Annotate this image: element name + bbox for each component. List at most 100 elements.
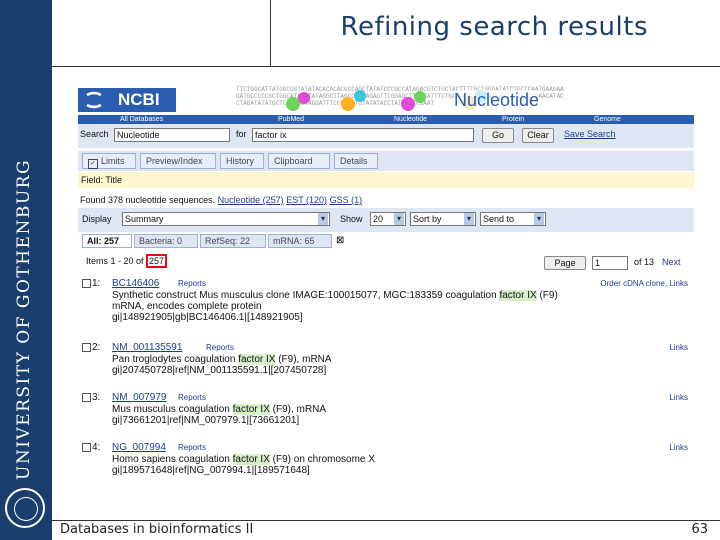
database-nav: All Databases PubMed Nucleotide Protein …: [78, 115, 694, 124]
result-description: Synthetic construct Mus musculus clone I…: [112, 290, 592, 323]
result-gi: gi|207450728|ref|NM_001135591.1|[2074507…: [112, 365, 327, 376]
links-link[interactable]: Links: [669, 392, 688, 403]
description-text: Mus musculus coagulation: [112, 404, 233, 415]
result-checkbox[interactable]: [82, 443, 91, 452]
result-number: 3:: [92, 392, 101, 403]
search-input[interactable]: factor ix: [252, 128, 474, 142]
dna-molecule-icons: [286, 90, 487, 111]
nav-all-databases[interactable]: All Databases: [120, 115, 163, 124]
ncbi-logo-text: NCBI: [118, 90, 160, 109]
clear-button[interactable]: Clear: [522, 128, 554, 143]
ncbi-swirl-icon: [86, 91, 102, 109]
tab-clipboard[interactable]: Clipboard: [268, 153, 330, 169]
nav-genome[interactable]: Genome: [594, 115, 621, 124]
save-search-link[interactable]: Save Search: [564, 129, 616, 139]
items-range-label: Items 1 - 20 of: [86, 256, 144, 266]
search-tabs: ✓ Limits Preview/Index History Clipboard …: [78, 151, 694, 171]
page-input[interactable]: 1: [592, 256, 628, 270]
slide-title: Refining search results: [340, 12, 648, 42]
result-item: 4: NG_007994 Reports Links Homo sapiens …: [82, 442, 688, 482]
items-total-highlight: 257: [146, 254, 168, 268]
field-filter: Field: Title: [78, 172, 694, 188]
result-number: 4:: [92, 442, 101, 453]
show-label: Show: [340, 214, 363, 224]
nav-pubmed[interactable]: PubMed: [278, 115, 304, 124]
show-select[interactable]: 20: [370, 212, 406, 226]
result-item: 3: NM_007979 Reports Links Mus musculus …: [82, 392, 688, 432]
database-title: Nucleotide: [454, 90, 540, 111]
subtab-mrna[interactable]: mRNA: 65: [268, 234, 332, 248]
result-description: Homo sapiens coagulation factor IX (F9) …: [112, 454, 592, 476]
highlighted-term: factor IX: [232, 454, 270, 465]
next-page-link[interactable]: Next: [662, 257, 681, 267]
display-label: Display: [82, 214, 112, 224]
result-gi: gi|148921905|gb|BC146406.1|[148921905]: [112, 312, 303, 323]
description-text: (F9) on chromosome X: [269, 454, 375, 465]
database-select[interactable]: Nucleotide: [114, 128, 230, 142]
description-text: (F9), mRNA: [275, 354, 332, 365]
tab-details[interactable]: Details: [334, 153, 378, 169]
result-number: 1:: [92, 278, 101, 289]
nucleotide-count-link[interactable]: Nucleotide (257): [218, 195, 284, 205]
sort-select[interactable]: Sort by: [410, 212, 476, 226]
description-text: (F9), mRNA: [269, 404, 326, 415]
nav-protein[interactable]: Protein: [502, 115, 524, 124]
send-to-select[interactable]: Send to: [480, 212, 546, 226]
gss-count-link[interactable]: GSS (1): [330, 195, 363, 205]
result-gi: gi|189571648|ref|NG_007994.1|[189571648]: [112, 465, 310, 476]
result-description: Pan troglodytes coagulation factor IX (F…: [112, 354, 592, 376]
page-of: of 13: [634, 257, 655, 267]
description-text: Pan troglodytes coagulation: [112, 354, 239, 365]
description-text: Homo sapiens coagulation: [112, 454, 233, 465]
page-number: 63: [691, 522, 708, 537]
reports-link[interactable]: Reports: [178, 278, 206, 289]
reports-link[interactable]: Reports: [178, 392, 206, 403]
subtab-refseq[interactable]: RefSeq: 22: [200, 234, 266, 248]
result-accession-link[interactable]: NG_007994: [112, 442, 166, 453]
highlighted-term: factor IX: [499, 290, 537, 301]
result-accession-link[interactable]: NM_007979: [112, 392, 166, 403]
header-rule: [52, 66, 720, 67]
university-sidebar: UNIVERSITY OF GOTHENBURG: [0, 0, 52, 540]
tab-history[interactable]: History: [220, 153, 264, 169]
nav-nucleotide[interactable]: Nucleotide: [394, 115, 427, 124]
go-button[interactable]: Go: [482, 128, 514, 143]
search-label: Search: [80, 129, 109, 139]
subtab-all[interactable]: All: 257: [82, 234, 132, 248]
ncbi-banner: NCBI TTCTGGCATTATGGCGGTATATACACACACGCCAG…: [78, 84, 694, 118]
tab-preview-index[interactable]: Preview/Index: [140, 153, 216, 169]
links-link[interactable]: Links: [669, 442, 688, 453]
items-range: Items 1 - 20 of 257: [86, 254, 168, 268]
result-description: Mus musculus coagulation factor IX (F9),…: [112, 404, 592, 426]
result-accession-link[interactable]: NM_001135591: [112, 342, 182, 353]
display-select[interactable]: Summary: [122, 212, 330, 226]
est-count-link[interactable]: EST (120): [286, 195, 327, 205]
links-link[interactable]: Links: [669, 342, 688, 353]
result-checkbox[interactable]: [82, 393, 91, 402]
close-tab-icon[interactable]: ⊠: [336, 235, 344, 246]
result-item: 2: NM_001135591 Reports Links Pan troglo…: [82, 342, 688, 382]
search-bar: Search Nucleotide for factor ix Go Clear…: [78, 124, 694, 148]
result-number: 2:: [92, 342, 101, 353]
result-checkbox[interactable]: [82, 343, 91, 352]
found-count: Found 378 nucleotide sequences.: [80, 195, 216, 205]
display-options: Display Summary Show 20 Sort by Send to: [78, 208, 694, 232]
result-checkbox[interactable]: [82, 279, 91, 288]
result-filter-tabs: All: 257 Bacteria: 0 RefSeq: 22 mRNA: 65…: [78, 234, 348, 248]
links-link[interactable]: Order cDNA clone, Links: [600, 278, 688, 289]
result-accession-link[interactable]: BC146406: [112, 278, 159, 289]
header-divider: [270, 0, 271, 66]
limits-checkbox-icon: ✓: [88, 159, 98, 169]
ncbi-logo[interactable]: NCBI: [78, 88, 176, 112]
description-text: Synthetic construct Mus musculus clone I…: [112, 290, 500, 301]
footer-course: Databases in bioinformatics II: [60, 522, 254, 537]
subtab-bacteria[interactable]: Bacteria: 0: [134, 234, 198, 248]
found-summary: Found 378 nucleotide sequences. Nucleoti…: [78, 192, 696, 208]
reports-link[interactable]: Reports: [178, 442, 206, 453]
highlighted-term: factor IX: [232, 404, 270, 415]
tab-limits[interactable]: ✓ Limits: [82, 153, 136, 169]
ncbi-screenshot: NCBI TTCTGGCATTATGGCGGTATATACACACACGCCAG…: [78, 84, 694, 496]
reports-link[interactable]: Reports: [206, 342, 234, 353]
page-button[interactable]: Page: [544, 256, 586, 270]
result-gi: gi|73661201|ref|NM_007979.1|[73661201]: [112, 415, 300, 426]
